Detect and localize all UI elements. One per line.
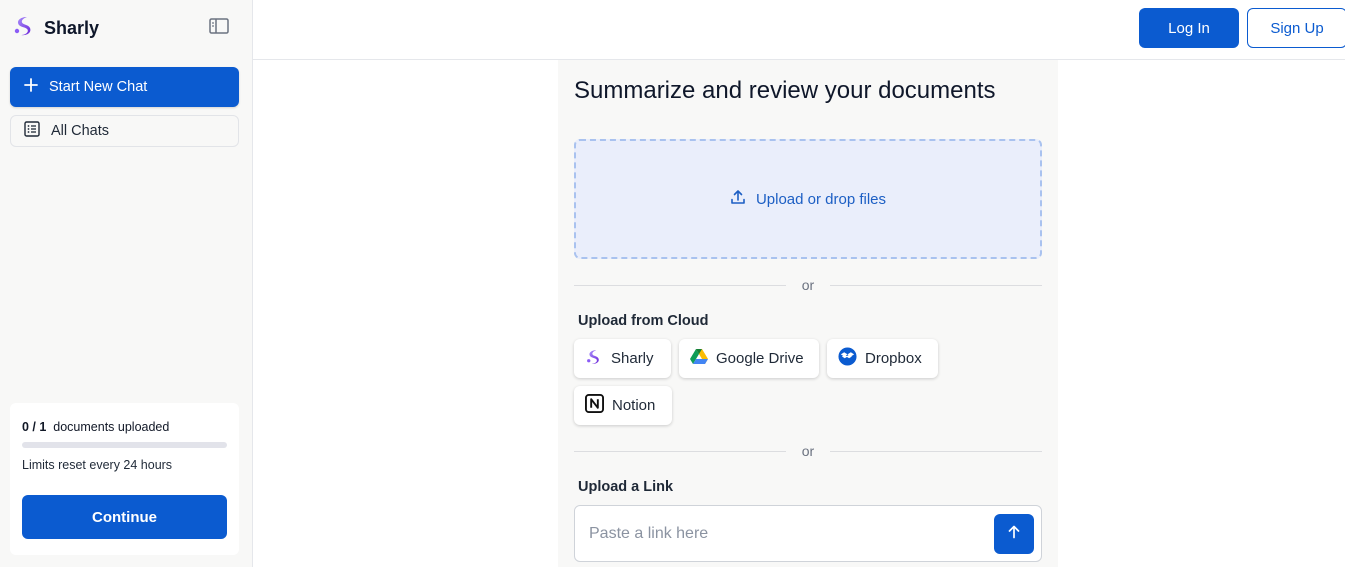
link-input-box <box>574 505 1042 562</box>
sign-up-button[interactable]: Sign Up <box>1247 8 1345 48</box>
upload-icon <box>730 189 746 209</box>
upload-panel: Summarize and review your documents Uplo… <box>558 60 1058 567</box>
dropbox-icon <box>838 347 857 370</box>
plus-icon <box>24 78 38 96</box>
cloud-source-dropbox[interactable]: Dropbox <box>827 339 938 378</box>
list-icon <box>24 121 40 141</box>
continue-button[interactable]: Continue <box>22 495 227 539</box>
cloud-source-label: Dropbox <box>865 350 922 367</box>
cloud-source-label: Sharly <box>611 350 654 367</box>
or-divider: or <box>574 277 1042 293</box>
usage-count: 0 / 1 <box>22 420 47 434</box>
link-submit-button[interactable] <box>994 514 1034 554</box>
brand[interactable]: Sharly <box>12 15 99 41</box>
sidebar-toggle-button[interactable] <box>206 16 232 40</box>
cloud-source-label: Google Drive <box>716 350 804 367</box>
link-input[interactable] <box>576 507 986 560</box>
page-title: Summarize and review your documents <box>574 77 996 104</box>
notion-icon <box>585 394 604 417</box>
cloud-source-notion[interactable]: Notion <box>574 386 672 425</box>
start-new-chat-label: Start New Chat <box>49 79 148 95</box>
cloud-source-sharly[interactable]: Sharly <box>574 339 671 378</box>
sharly-logo-icon <box>585 348 603 370</box>
limits-reset-note: Limits reset every 24 hours <box>22 458 173 472</box>
sidebar: Sharly Start New Chat All Chats 0 / 1 do… <box>0 0 253 567</box>
brand-name: Sharly <box>44 17 100 38</box>
sidebar-panel-icon <box>209 17 229 39</box>
usage-label: documents uploaded <box>53 420 170 434</box>
cloud-source-label: Notion <box>612 397 656 414</box>
all-chats-label: All Chats <box>51 123 110 139</box>
arrow-up-icon <box>1007 525 1021 544</box>
cloud-source-google-drive[interactable]: Google Drive <box>679 339 819 378</box>
sharly-logo-icon <box>12 14 36 43</box>
or-text: or <box>801 277 815 293</box>
file-dropzone[interactable]: Upload or drop files <box>574 139 1042 259</box>
all-chats-button[interactable]: All Chats <box>10 115 239 147</box>
cloud-section-label: Upload from Cloud <box>578 313 709 329</box>
usage-progress-bar <box>22 442 227 448</box>
usage-card: 0 / 1 documents uploaded Limits reset ev… <box>10 403 239 555</box>
google-drive-icon <box>690 348 708 369</box>
link-section-label: Upload a Link <box>578 479 674 495</box>
usage-status: 0 / 1 documents uploaded <box>22 420 169 434</box>
top-header: Log In Sign Up <box>253 0 1345 60</box>
or-text: or <box>801 443 815 459</box>
or-divider: or <box>574 443 1042 459</box>
start-new-chat-button[interactable]: Start New Chat <box>10 67 239 107</box>
dropzone-label: Upload or drop files <box>755 190 887 208</box>
log-in-button[interactable]: Log In <box>1139 8 1239 48</box>
